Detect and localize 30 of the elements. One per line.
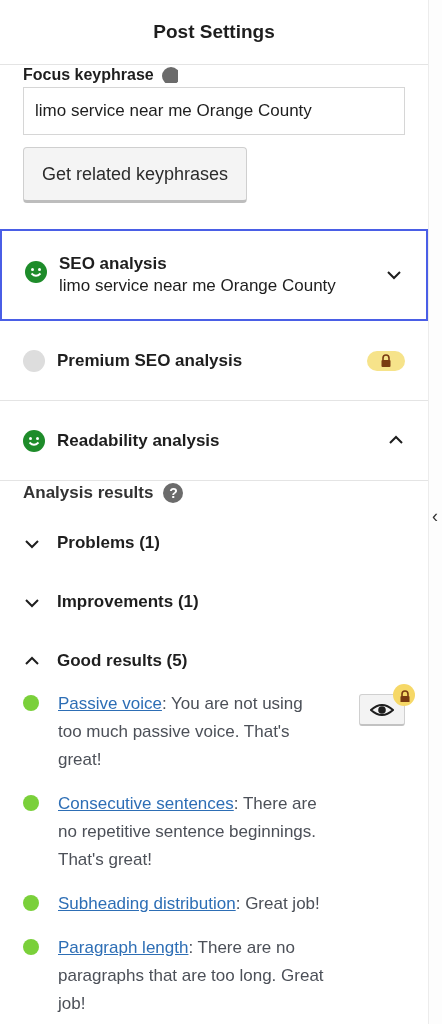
related-keyphrases-button[interactable]: Get related keyphrases: [23, 147, 248, 203]
info-icon: [161, 67, 178, 83]
highlight-button[interactable]: [359, 694, 405, 726]
result-text: Consecutive sentences: There are no repetitive sentence beginnings. That's great!: [58, 793, 318, 871]
panel-title: Post Settings: [153, 21, 275, 43]
section-title: SEO analysis: [59, 254, 168, 274]
collapse-toggle[interactable]: ‹: [432, 506, 438, 527]
section-header[interactable]: Readability analysis: [0, 401, 428, 481]
result-group-toggle[interactable]: Problems (1): [23, 513, 405, 572]
result-link[interactable]: Consecutive sentences: [58, 794, 234, 813]
result-link[interactable]: Passive voice: [58, 694, 162, 713]
lock-icon: [398, 688, 410, 702]
section-header[interactable]: SEO analysis limo service near me Orange County: [0, 229, 428, 321]
result-text: Subheading distribution: Great job!: [58, 893, 321, 915]
result-link[interactable]: Subheading distribution: [58, 894, 236, 913]
results-heading: Analysis results: [23, 483, 154, 503]
section-header[interactable]: Premium SEO analysis: [0, 321, 428, 401]
section-title: Readability analysis: [57, 430, 221, 451]
lock-icon: [379, 353, 393, 368]
result-text: Passive voice: You are not using too much passive voice. That's great!: [58, 693, 304, 771]
keyphrase-field[interactable]: limo service near me Orange County: [23, 87, 405, 135]
help-icon[interactable]: ?: [163, 483, 184, 503]
result-group-toggle[interactable]: Improvements (1): [23, 572, 405, 631]
eye-icon: [370, 701, 394, 718]
result-text: Paragraph length: There are no paragraphs that are too long. Great job!: [58, 937, 325, 1015]
section-subtitle: limo service near me Orange County: [59, 276, 337, 296]
field-label: Focus keyphrase: [23, 67, 154, 83]
section-title: Premium SEO analysis: [57, 350, 244, 371]
result-link[interactable]: Paragraph length: [58, 938, 189, 957]
result-group-toggle[interactable]: Good results (5): [23, 631, 405, 690]
